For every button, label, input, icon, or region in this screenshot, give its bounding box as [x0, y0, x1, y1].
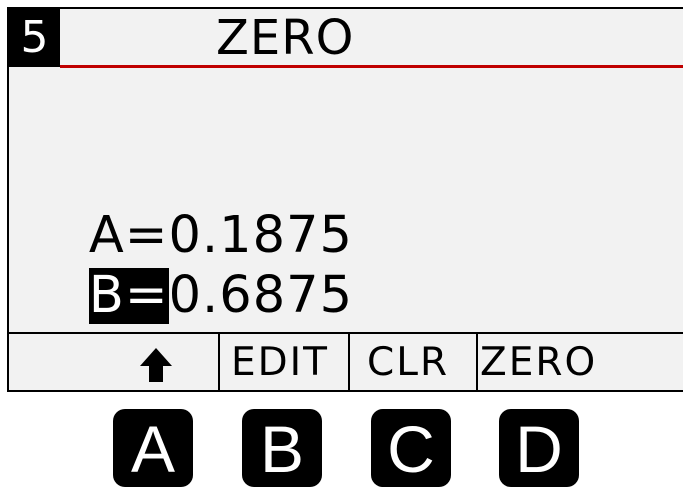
softkey-zero[interactable]: ZERO	[478, 334, 683, 392]
hardware-key-b[interactable]: B	[242, 409, 322, 487]
softkey-clr[interactable]: CLR	[350, 334, 478, 392]
reading-b-value: 0.6875	[168, 266, 354, 325]
reading-b-label: B=	[88, 266, 169, 325]
page-number-badge: 5	[9, 9, 60, 67]
softkey-up[interactable]	[9, 334, 220, 392]
softkey-edit[interactable]: EDIT	[220, 334, 350, 392]
hardware-key-d[interactable]: D	[499, 409, 579, 487]
title-divider	[60, 65, 683, 68]
hardware-key-c[interactable]: C	[371, 409, 451, 487]
up-arrow-icon	[140, 348, 172, 382]
hardware-key-a[interactable]: A	[113, 409, 193, 487]
softkey-bar: EDIT CLR ZERO	[9, 332, 683, 392]
lcd-screen: 5 ZERO A=0.1875 B=0.6875 EDIT CLR ZERO	[7, 7, 683, 392]
page-title: ZERO	[216, 10, 355, 66]
